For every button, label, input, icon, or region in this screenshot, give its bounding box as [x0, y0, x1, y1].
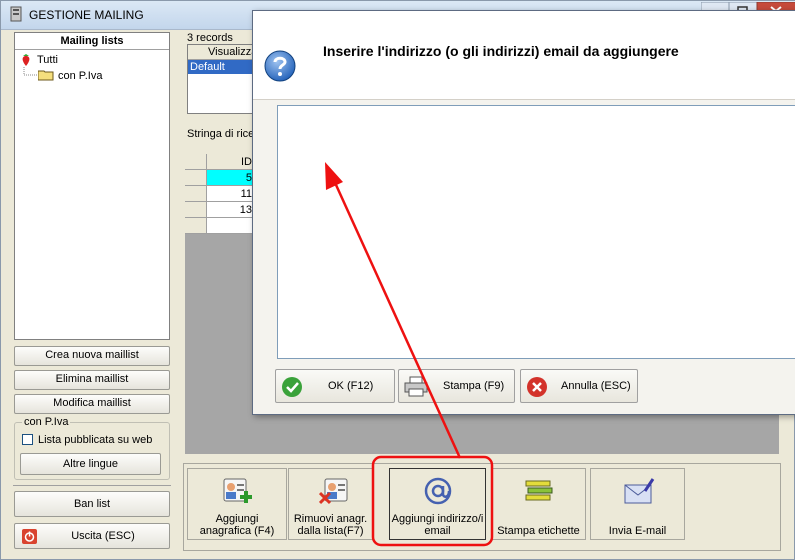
- power-icon: [22, 529, 37, 544]
- tree-item-con-piva[interactable]: con P.Iva: [58, 70, 102, 82]
- mailing-lists-panel: Mailing lists Tutti con P.Iva: [14, 32, 170, 340]
- grid-corner: [185, 154, 207, 170]
- add-contact-label-2: anagrafica (F4): [199, 525, 275, 537]
- mailing-lists-header: Mailing lists: [15, 33, 169, 50]
- delete-maillist-button[interactable]: Elimina maillist: [14, 370, 170, 390]
- add-contact-button[interactable]: Aggiungi anagrafica (F4): [187, 468, 287, 540]
- ok-button[interactable]: OK (F12): [275, 369, 395, 403]
- ban-list-button[interactable]: Ban list: [14, 491, 170, 517]
- exit-label: Uscita (ESC): [71, 530, 135, 542]
- row-indicator: [185, 218, 207, 234]
- add-contact-icon: [223, 478, 252, 503]
- labels-icon: [525, 480, 553, 501]
- cancel-button[interactable]: Annulla (ESC): [520, 369, 638, 403]
- view-list: Visualizza Default: [187, 44, 257, 114]
- remove-contact-label-2: dalla lista(F7): [297, 525, 364, 537]
- ok-label: OK (F12): [328, 380, 374, 392]
- other-languages-button[interactable]: Altre lingue: [20, 453, 161, 475]
- search-label: Stringa di ricer: [187, 128, 258, 140]
- grid-cell-empty: [207, 218, 255, 234]
- window-title: GESTIONE MAILING: [29, 8, 144, 22]
- remove-contact-label-1: Rimuovi anagr.: [293, 513, 368, 525]
- tree-connector-lines: [23, 67, 39, 76]
- published-web-label: Lista pubblicata su web: [38, 434, 153, 446]
- send-email-label: Invia E-mail: [608, 525, 667, 537]
- published-web-checkbox[interactable]: [22, 434, 33, 445]
- add-email-address-button[interactable]: Aggiungi indirizzo/i email: [389, 468, 486, 540]
- strawberry-icon: [22, 54, 30, 66]
- remove-contact-button[interactable]: Rimuovi anagr. dalla lista(F7): [288, 468, 373, 540]
- app-icon: [10, 6, 22, 22]
- view-column-header: Visualizza: [188, 45, 257, 60]
- record-count: 3 records: [187, 32, 233, 44]
- row-indicator: [185, 186, 207, 202]
- add-email-label-1: Aggiungi indirizzo/i: [391, 513, 484, 525]
- print-labels-label: Stampa etichette: [497, 525, 580, 537]
- envelope-icon: [624, 478, 655, 504]
- cancel-x-icon: [527, 377, 547, 397]
- dialog-titlebar: [253, 11, 795, 35]
- add-email-dialog: Inserire l'indirizzo (o gli indirizzi) e…: [252, 10, 795, 415]
- dialog-question: Inserire l'indirizzo (o gli indirizzi) e…: [323, 43, 679, 59]
- grid-header-id: ID: [207, 154, 255, 170]
- folder-icon: [38, 70, 54, 81]
- grid-cell-id[interactable]: 5: [207, 170, 255, 186]
- edit-maillist-button[interactable]: Modifica maillist: [14, 394, 170, 414]
- create-maillist-button[interactable]: Crea nuova maillist: [14, 346, 170, 366]
- remove-contact-icon: [319, 478, 348, 505]
- add-contact-label-1: Aggiungi: [215, 513, 259, 525]
- grid-cell-id[interactable]: 11: [207, 186, 255, 202]
- printer-icon: [404, 376, 428, 397]
- cancel-label: Annulla (ESC): [561, 380, 631, 392]
- send-email-button[interactable]: Invia E-mail: [590, 468, 685, 540]
- print-label: Stampa (F9): [443, 380, 505, 392]
- print-button[interactable]: Stampa (F9): [398, 369, 515, 403]
- divider: [13, 485, 171, 486]
- print-labels-button[interactable]: Stampa etichette: [491, 468, 586, 540]
- at-sign-icon: [424, 477, 452, 505]
- group-title: con P.Iva: [22, 416, 71, 428]
- add-email-label-2: email: [424, 525, 451, 537]
- exit-button[interactable]: Uscita (ESC): [14, 523, 170, 549]
- row-indicator: [185, 170, 207, 186]
- ok-check-icon: [282, 377, 302, 397]
- question-icon: [264, 50, 296, 82]
- tree-item-tutti[interactable]: Tutti: [37, 54, 58, 66]
- grid-cell-id[interactable]: 13: [207, 202, 255, 218]
- view-row-default[interactable]: Default: [188, 60, 256, 74]
- email-addresses-input[interactable]: [277, 105, 795, 359]
- row-indicator: [185, 202, 207, 218]
